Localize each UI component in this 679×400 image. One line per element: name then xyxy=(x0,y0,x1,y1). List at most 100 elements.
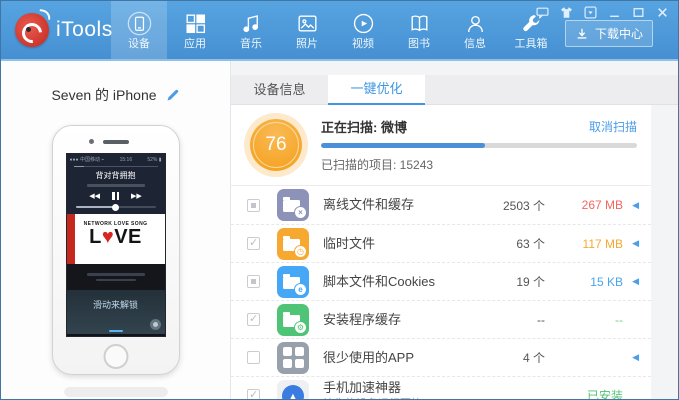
nav-item-label: 音乐 xyxy=(240,37,262,50)
main-nav: 设备 应用 音乐 照片 视频 图书 信息 工具箱 xyxy=(111,1,559,59)
camera-icon xyxy=(149,319,161,330)
song-title: 背对背拥抱 xyxy=(95,171,136,180)
row-label: 安装程序缓存 xyxy=(323,311,402,327)
scan-progress-track xyxy=(321,143,637,148)
tab-one-key-optimize[interactable]: 一键优化 xyxy=(328,75,425,105)
album-red-stripe xyxy=(66,214,75,264)
status-time: 15:16 xyxy=(119,157,133,163)
itools-logo-icon xyxy=(15,9,52,47)
nav-item-label: 应用 xyxy=(184,37,206,50)
rocket-icon: ▲ xyxy=(277,379,309,399)
download-icon xyxy=(575,27,589,41)
heart-icon: ♥ xyxy=(101,226,115,248)
app-title: iTools xyxy=(56,18,113,41)
row-count: 19 个 xyxy=(516,275,545,289)
content-panel: 设备信息 一键优化 76 正在扫描: 微博 取消扫描 已扫描的项目: 15243… xyxy=(231,61,678,399)
nav-item-music[interactable]: 音乐 xyxy=(223,1,279,59)
album-art: NETWORK LOVE SONG L♥VE xyxy=(66,214,165,264)
row-size: 15 KB xyxy=(590,274,623,289)
window-controls xyxy=(535,5,670,19)
row-count: 2503 个 xyxy=(502,198,545,213)
row-size: 117 MB xyxy=(582,236,623,251)
download-center-button[interactable]: 下载中心 xyxy=(565,20,653,47)
slide-to-unlock-label: 滑动来解锁 xyxy=(92,300,138,310)
row-checkbox[interactable] xyxy=(247,351,260,364)
row-checkbox[interactable] xyxy=(247,313,260,326)
row-count: 63 个 xyxy=(516,237,545,251)
skin-theme-icon[interactable] xyxy=(559,5,574,19)
tab-device-info[interactable]: 设备信息 xyxy=(231,75,328,105)
row-count: -- xyxy=(537,312,545,327)
scan-progress-circle: 76 xyxy=(250,119,302,171)
nav-item-photo[interactable]: 照片 xyxy=(279,1,335,59)
iphone-preview: ●●● 中国移动 ⌁ 15:16 52% ▮ 背对背拥抱 ◀◀ ▶▶ NETWO… xyxy=(51,125,180,375)
row-label: 手机加速神器 xyxy=(323,380,402,395)
row-label: 很少使用的APP xyxy=(323,349,415,365)
artist-line xyxy=(86,184,145,187)
optimize-content: 76 正在扫描: 微博 取消扫描 已扫描的项目: 15243 × 离线文件和缓存 2… xyxy=(231,105,651,399)
edit-device-name-icon[interactable] xyxy=(166,88,180,102)
row-checkbox[interactable] xyxy=(247,198,260,212)
album-caption-area xyxy=(66,264,165,290)
row-checkbox[interactable] xyxy=(247,389,260,399)
top-bar: iTools 设备 应用 音乐 照片 视频 图书 信息 工具箱 下载中心 xyxy=(1,1,678,61)
expand-arrow-icon[interactable]: ◀ xyxy=(623,238,639,249)
expand-arrow-icon[interactable]: ◀ xyxy=(623,200,639,211)
row-size: 267 MB xyxy=(581,198,623,212)
expand-arrow-icon[interactable]: ◀ xyxy=(623,352,639,363)
volume-slider xyxy=(75,203,156,211)
nav-item-info[interactable]: 信息 xyxy=(447,1,503,59)
row-label: 临时文件 xyxy=(323,235,376,251)
status-battery: 52% ▮ xyxy=(147,157,162,163)
nav-item-label: 图书 xyxy=(408,37,430,50)
row-count: 4 个 xyxy=(522,351,545,365)
nav-item-label: 信息 xyxy=(464,37,486,50)
row-checkbox[interactable] xyxy=(247,275,260,288)
scanned-items-label: 已扫描的项目: 15243 xyxy=(321,158,434,172)
forward-icon: ▶▶ xyxy=(131,193,142,200)
nav-item-label: 设备 xyxy=(128,37,150,50)
nav-item-apps[interactable]: 应用 xyxy=(167,1,223,59)
nav-item-device[interactable]: 设备 xyxy=(111,1,167,59)
list-item[interactable]: ⚙ 安装程序缓存 -- -- xyxy=(231,300,651,338)
video-icon xyxy=(351,11,376,36)
earpiece-slot xyxy=(102,140,129,144)
menu-dropdown-icon[interactable] xyxy=(583,5,598,19)
music-player: ●●● 中国移动 ⌁ 15:16 52% ▮ 背对背拥抱 ◀◀ ▶▶ xyxy=(66,154,165,214)
row-size: -- xyxy=(615,312,623,327)
unlock-hint-bar xyxy=(108,329,123,332)
nav-item-book[interactable]: 图书 xyxy=(391,1,447,59)
playback-controls: ◀◀ ▶▶ xyxy=(70,192,162,200)
cancel-scan-link[interactable]: 取消扫描 xyxy=(589,118,637,135)
scan-progress-fill xyxy=(321,143,486,148)
status-carrier: ●●● 中国移动 ⌁ xyxy=(69,157,105,163)
list-item[interactable]: × 离线文件和缓存 2503 个 267 MB ◀ xyxy=(231,186,651,224)
lockscreen-area: 滑动来解锁 xyxy=(66,290,165,334)
device-panel: Seven 的 iPhone ●●● 中国移动 ⌁ 15:16 52% ▮ 背对… xyxy=(1,61,231,399)
maximize-button[interactable] xyxy=(631,5,646,19)
feedback-icon[interactable] xyxy=(535,5,550,19)
scan-section: 76 正在扫描: 微博 取消扫描 已扫描的项目: 15243 xyxy=(231,105,651,186)
row-label: 离线文件和缓存 xyxy=(323,197,415,212)
list-item[interactable]: ◷ 临时文件 63 个 117 MB◀ xyxy=(231,224,651,262)
main-area: Seven 的 iPhone ●●● 中国移动 ⌁ 15:16 52% ▮ 背对… xyxy=(1,61,678,399)
row-checkbox[interactable] xyxy=(247,237,260,250)
album-title: L♥VE xyxy=(89,226,142,248)
tab-bar: 设备信息 一键优化 xyxy=(231,75,678,105)
nav-item-video[interactable]: 视频 xyxy=(335,1,391,59)
cleanup-list: ×离线文件和缓存2503 个267 MB◀◷临时文件63 个117 MB◀e脚本… xyxy=(231,186,651,399)
rarely-used-apps-icon xyxy=(277,341,309,374)
home-button xyxy=(103,344,128,369)
list-item[interactable]: e 脚本文件和Cookies 19 个 15 KB ◀ xyxy=(231,262,651,300)
nav-item-label: 视频 xyxy=(352,37,374,50)
list-item[interactable]: ▲手机加速神器让你的设备运行更快已安装 xyxy=(231,376,651,399)
folder-cookies-icon: e xyxy=(277,265,309,298)
scan-percent: 76 xyxy=(265,134,287,155)
minimize-button[interactable] xyxy=(607,5,622,19)
expand-arrow-icon[interactable]: ◀ xyxy=(623,276,639,287)
list-item[interactable]: 很少使用的APP 4 个 ◀ xyxy=(231,338,651,376)
close-button[interactable] xyxy=(655,5,670,19)
iphone-screen: ●●● 中国移动 ⌁ 15:16 52% ▮ 背对背拥抱 ◀◀ ▶▶ NETWO… xyxy=(65,153,166,337)
nav-item-label: 照片 xyxy=(296,37,318,50)
folder-tools-icon: ⚙ xyxy=(277,303,309,336)
